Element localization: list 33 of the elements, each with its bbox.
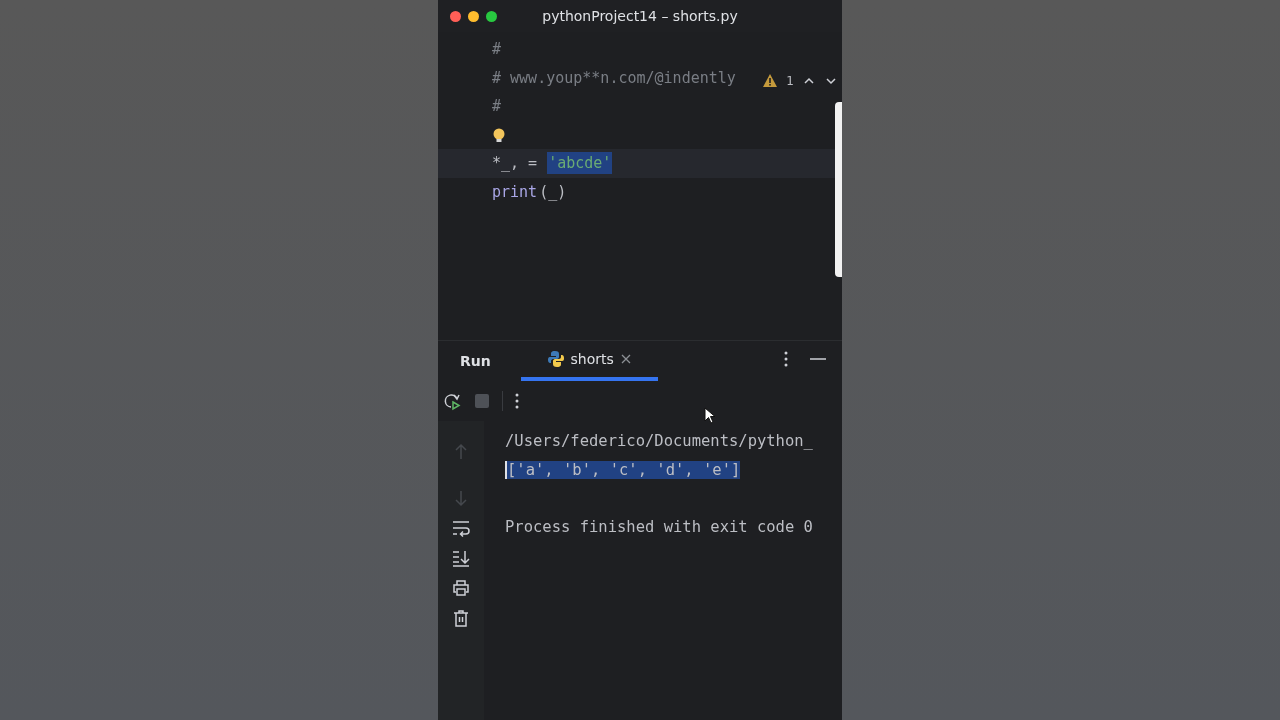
arrow-down-icon [452, 489, 470, 507]
code-text: *_, = [491, 153, 539, 175]
stop-icon [474, 393, 490, 409]
trash-icon [452, 609, 470, 627]
more-options-icon [784, 351, 788, 367]
zoom-button[interactable] [486, 10, 497, 22]
print-icon [452, 579, 470, 597]
scroll-to-end-icon [452, 549, 470, 567]
panel-title: Run [460, 353, 491, 369]
minimize-icon [810, 357, 826, 361]
close-button[interactable] [450, 10, 461, 22]
console-output: ['a', 'b', 'c', 'd', 'e'] [505, 460, 741, 479]
run-tab[interactable]: shorts [520, 341, 658, 381]
window-title: pythonProject14 – shorts.py [542, 8, 738, 24]
python-icon [546, 350, 565, 368]
code-text: 'abcde' [547, 152, 613, 175]
code-text: # www.youp**n.com/@indently [491, 67, 737, 89]
code-text: print [491, 181, 539, 203]
code-text: # [491, 96, 503, 118]
minimize-button[interactable] [468, 10, 479, 22]
warning-icon [762, 73, 779, 88]
console-output: Process finished with exit code 0 [505, 517, 813, 536]
code-text: (_) [538, 181, 568, 203]
code-text: # [491, 39, 503, 61]
mouse-pointer-icon [704, 407, 716, 424]
soft-wrap-icon [452, 519, 470, 537]
close-icon [619, 353, 632, 365]
rerun-icon [443, 391, 462, 411]
scrollbar-thumb[interactable] [835, 102, 842, 277]
console-output: /Users/federico/Documents/python_ [505, 432, 813, 451]
warning-count: 1 [786, 73, 794, 88]
lightbulb-icon [491, 126, 507, 143]
more-options-icon [515, 393, 519, 409]
